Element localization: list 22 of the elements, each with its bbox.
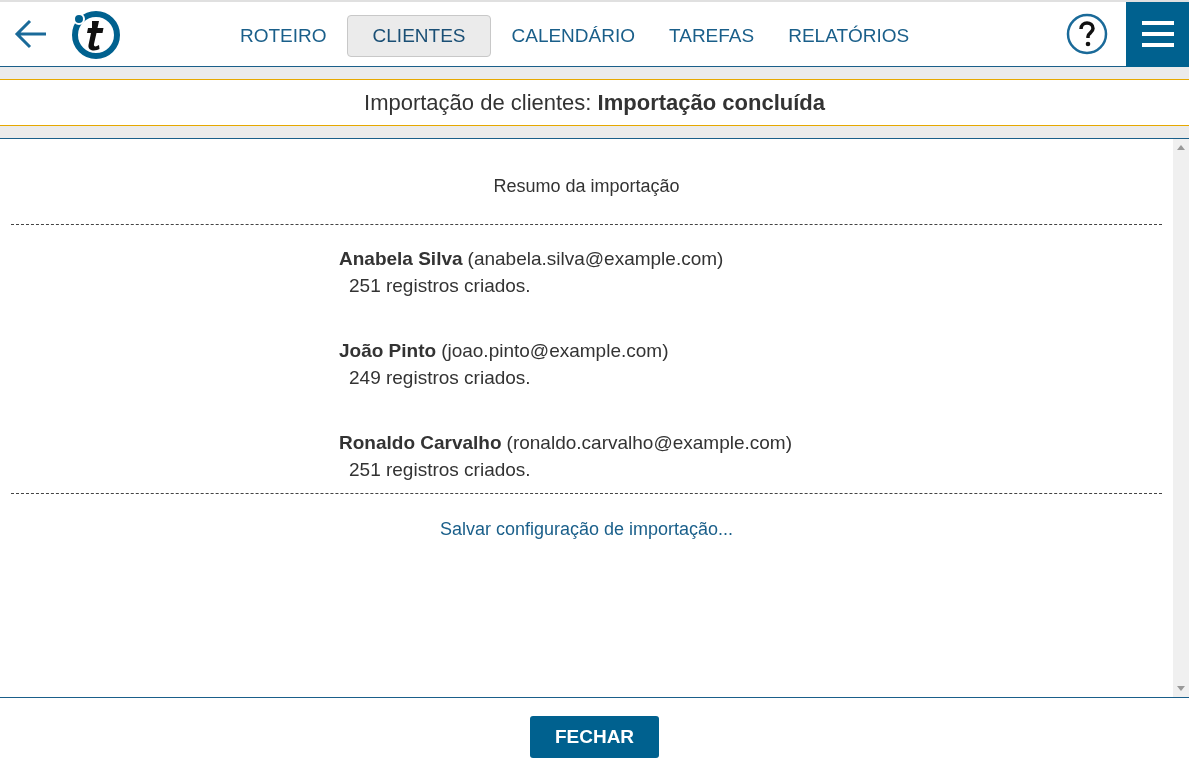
user-name: Anabela Silva — [339, 247, 463, 271]
import-result: 251 registros criados. — [348, 458, 531, 482]
back-arrow-icon[interactable] — [14, 19, 48, 49]
nav-tab[interactable]: CALENDÁRIO — [497, 15, 649, 57]
nav-tab[interactable]: ROTEIRO — [226, 15, 341, 57]
import-result: 251 registros criados. — [348, 274, 531, 298]
user-email: (joao.pinto@example.com) — [441, 339, 669, 363]
logo-icon — [70, 9, 120, 59]
import-result: 249 registros criados. — [348, 366, 531, 390]
user-name: João Pinto — [339, 339, 437, 363]
summary-heading: Resumo da importação — [492, 175, 681, 198]
user-email: (anabela.silva@example.com) — [467, 247, 724, 271]
save-config-link[interactable]: Salvar configuração de importação... — [439, 519, 734, 539]
help-icon[interactable] — [1066, 13, 1108, 55]
nav-tab[interactable]: CLIENTES — [346, 15, 492, 57]
nav-tab[interactable]: TAREFAS — [655, 15, 769, 57]
page-title: Importação de clientes: Importação concluída — [364, 89, 825, 117]
user-email: (ronaldo.carvalho@example.com) — [506, 431, 792, 455]
nav-tab[interactable]: RELATÓRIOS — [774, 15, 924, 57]
user-name: Ronaldo Carvalho — [339, 431, 502, 455]
close-button[interactable]: FECHAR — [530, 716, 659, 758]
menu-button[interactable] — [1126, 1, 1189, 67]
